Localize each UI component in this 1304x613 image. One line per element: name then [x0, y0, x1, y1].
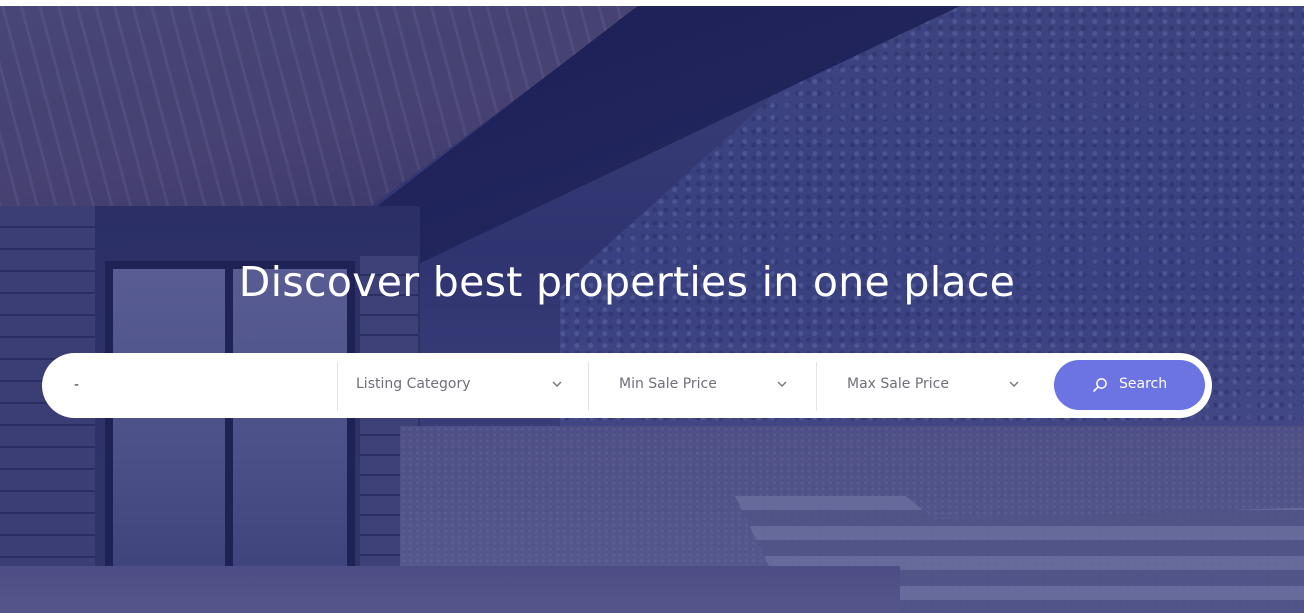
chevron-down-icon [1009, 381, 1019, 387]
listing-category-label: Listing Category [356, 376, 471, 392]
chevron-down-icon [777, 381, 787, 387]
keyword-field [42, 353, 337, 418]
listing-category-select[interactable]: Listing Category [338, 353, 588, 418]
min-sale-price-select[interactable]: Min Sale Price [589, 353, 816, 418]
max-sale-price-select[interactable]: Max Sale Price [817, 353, 1042, 418]
hero-banner [0, 6, 1304, 613]
chevron-down-icon [552, 381, 562, 387]
background-door-frame [225, 261, 233, 586]
property-search-form: Listing Category Min Sale Price Max Sale… [42, 353, 1212, 418]
keyword-input[interactable] [74, 371, 324, 399]
max-sale-price-label: Max Sale Price [847, 376, 949, 392]
hero-headline: Discover best properties in one place [238, 258, 1016, 306]
search-icon [1093, 378, 1107, 392]
min-sale-price-label: Min Sale Price [619, 376, 717, 392]
search-button[interactable]: Search [1054, 360, 1205, 410]
background-patio [0, 566, 900, 613]
search-button-label: Search [1119, 376, 1168, 392]
